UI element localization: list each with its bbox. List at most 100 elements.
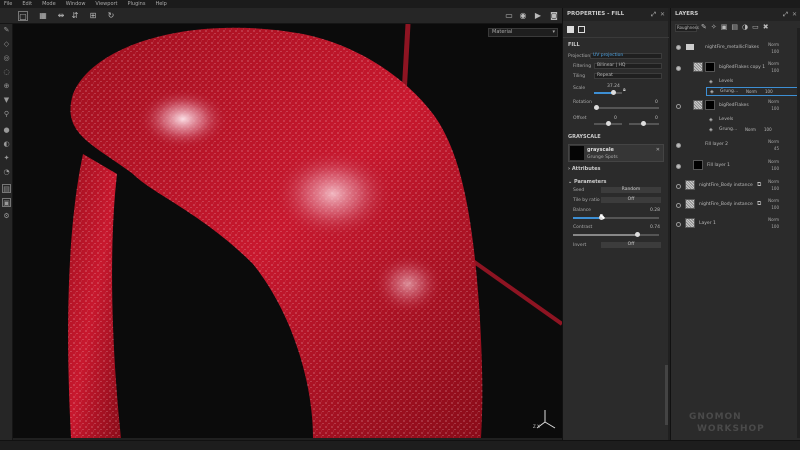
fill-icon[interactable]: ▼ xyxy=(2,96,11,105)
brush-icon[interactable]: ✎ xyxy=(701,23,711,31)
menu-plugins[interactable]: Plugins xyxy=(128,0,146,8)
effect-blend[interactable]: Norm xyxy=(746,89,757,94)
color-picker-icon[interactable]: ✦ xyxy=(2,154,11,163)
menu-mode[interactable]: Mode xyxy=(42,0,56,8)
maximize-icon[interactable]: ⤢ xyxy=(783,8,788,21)
effects-icon[interactable]: ✧ xyxy=(711,23,721,31)
remove-icon[interactable]: ✕ xyxy=(656,147,660,153)
projection-select[interactable]: UV projection xyxy=(590,53,662,59)
layer-opacity[interactable]: 100 xyxy=(771,166,779,171)
offset-x-value[interactable]: 0 xyxy=(614,116,617,121)
display-icon[interactable]: ▣ xyxy=(2,198,11,207)
picker-icon[interactable]: ⚲ xyxy=(2,110,11,119)
rotation-value[interactable]: 0 xyxy=(655,100,658,105)
layer-row[interactable]: nightFire_Body instance ⧉ Norm 100 xyxy=(671,197,800,213)
effect-row[interactable]: ◈ Levels xyxy=(671,78,800,86)
paint-layer-icon[interactable]: ▤ xyxy=(731,23,742,31)
settings-icon[interactable]: ⚙ xyxy=(2,212,11,221)
effect-blend[interactable]: Norm xyxy=(745,127,756,132)
layer-blend[interactable]: Norm xyxy=(768,159,779,164)
layer-blend[interactable]: Norm xyxy=(768,139,779,144)
grid-icon[interactable]: ▦ xyxy=(38,11,48,21)
tiling-select[interactable]: Repeat xyxy=(594,73,662,79)
snap-icon[interactable]: ⊞ xyxy=(88,11,98,21)
eraser-icon[interactable]: ◇ xyxy=(2,40,11,49)
visibility-icon[interactable] xyxy=(676,184,681,189)
balance-slider[interactable] xyxy=(573,215,659,220)
mask-icon[interactable]: ◑ xyxy=(742,23,752,31)
visibility-icon[interactable] xyxy=(676,164,681,169)
contrast-value[interactable]: 0.74 xyxy=(650,225,660,230)
filtering-select[interactable]: Bilinear | HQ xyxy=(594,63,662,69)
screenshot-icon[interactable]: ◙ xyxy=(549,11,559,21)
layer-opacity[interactable]: 100 xyxy=(771,186,779,191)
layer-row[interactable]: bigRedFlakes copy 1 Norm 100 xyxy=(671,60,800,76)
effect-row[interactable]: ◈ Grung... Norm 100 xyxy=(671,126,800,134)
sphere-icon[interactable]: ◉ xyxy=(518,11,528,21)
effect-row[interactable]: ◈ Levels xyxy=(671,116,800,124)
layer-row[interactable]: bigRedFlakes Norm 100 xyxy=(671,98,800,114)
smudge-icon[interactable]: ◌ xyxy=(2,68,11,77)
offset-x-slider[interactable] xyxy=(594,121,622,126)
folder-icon[interactable]: ▭ xyxy=(752,23,763,31)
visibility-icon[interactable] xyxy=(676,143,681,148)
viewport-material-select[interactable]: Material ▾ xyxy=(488,28,558,37)
close-icon[interactable]: ✕ xyxy=(792,8,797,21)
offset-y-slider[interactable] xyxy=(629,121,659,126)
polygon-fill-icon[interactable]: ● xyxy=(2,126,11,135)
layer-opacity[interactable]: 100 xyxy=(771,49,779,54)
properties-scrollbar[interactable] xyxy=(665,365,668,425)
tile-by-ratio-toggle[interactable]: Off xyxy=(601,197,661,203)
layer-blend[interactable]: Norm xyxy=(768,99,779,104)
history-icon[interactable]: ↻ xyxy=(106,11,116,21)
seed-random-button[interactable]: Random xyxy=(601,187,661,193)
visibility-icon[interactable] xyxy=(676,66,681,71)
menu-file[interactable]: File xyxy=(4,0,12,8)
layer-row[interactable]: nightFire_Body instance ⧉ Norm 100 xyxy=(671,178,800,194)
attributes-toggle[interactable]: › Attributes xyxy=(568,166,601,172)
layer-row[interactable]: Fill layer 1 Norm 100 xyxy=(671,158,800,174)
layer-mode-icon[interactable] xyxy=(578,26,585,33)
visibility-icon[interactable] xyxy=(676,203,681,208)
layer-opacity[interactable]: 100 xyxy=(771,68,779,73)
layer-blend[interactable]: Norm xyxy=(768,217,779,222)
menu-viewport[interactable]: Viewport xyxy=(95,0,117,8)
align-icon[interactable]: ⇹ xyxy=(56,11,66,21)
layer-row[interactable]: Fill layer 2 Norm 45 xyxy=(671,138,800,154)
layer-row[interactable]: nightFire_metallicFlakes Norm 100 xyxy=(671,40,800,54)
mirror-icon[interactable]: ⇵ xyxy=(70,11,80,21)
visibility-icon[interactable] xyxy=(676,104,681,109)
projection-icon[interactable]: ◎ xyxy=(2,54,11,63)
viewport-3d[interactable]: Z X xyxy=(13,24,562,438)
offset-y-value[interactable]: 0 xyxy=(655,116,658,121)
invert-toggle[interactable]: Off xyxy=(601,242,661,248)
view-2d-icon[interactable]: ▭ xyxy=(504,11,514,21)
fill-layer-icon[interactable]: ▣ xyxy=(721,23,732,31)
rotation-slider[interactable] xyxy=(594,105,659,110)
scale-slider[interactable] xyxy=(594,90,622,95)
layer-opacity[interactable]: 100 xyxy=(771,106,779,111)
balance-value[interactable]: 0.28 xyxy=(650,208,660,213)
layer-blend[interactable]: Norm xyxy=(768,198,779,203)
paint-brush-icon[interactable]: ✎ xyxy=(2,26,11,35)
contrast-slider[interactable] xyxy=(573,232,659,237)
layer-blend[interactable]: Norm xyxy=(768,42,779,47)
measure-icon[interactable]: ◔ xyxy=(2,168,11,177)
layer-opacity[interactable]: 45 xyxy=(774,146,779,151)
delete-icon[interactable]: ✖ xyxy=(763,23,773,31)
layer-blend[interactable]: Norm xyxy=(768,179,779,184)
menu-edit[interactable]: Edit xyxy=(22,0,32,8)
layer-blend[interactable]: Norm xyxy=(768,61,779,66)
layer-opacity[interactable]: 100 xyxy=(771,205,779,210)
visibility-icon[interactable] xyxy=(676,45,681,50)
shelf-icon[interactable]: ▤ xyxy=(2,184,11,193)
effect-opacity[interactable]: 100 xyxy=(765,89,773,94)
menu-window[interactable]: Window xyxy=(66,0,86,8)
camera-icon[interactable]: ▶ xyxy=(533,11,543,21)
effect-opacity[interactable]: 100 xyxy=(764,127,772,132)
clone-icon[interactable]: ⊕ xyxy=(2,82,11,91)
layer-opacity[interactable]: 100 xyxy=(771,224,779,229)
menu-help[interactable]: Help xyxy=(155,0,166,8)
visibility-icon[interactable] xyxy=(676,222,681,227)
layer-row[interactable]: Layer 1 Norm 100 xyxy=(671,216,800,232)
